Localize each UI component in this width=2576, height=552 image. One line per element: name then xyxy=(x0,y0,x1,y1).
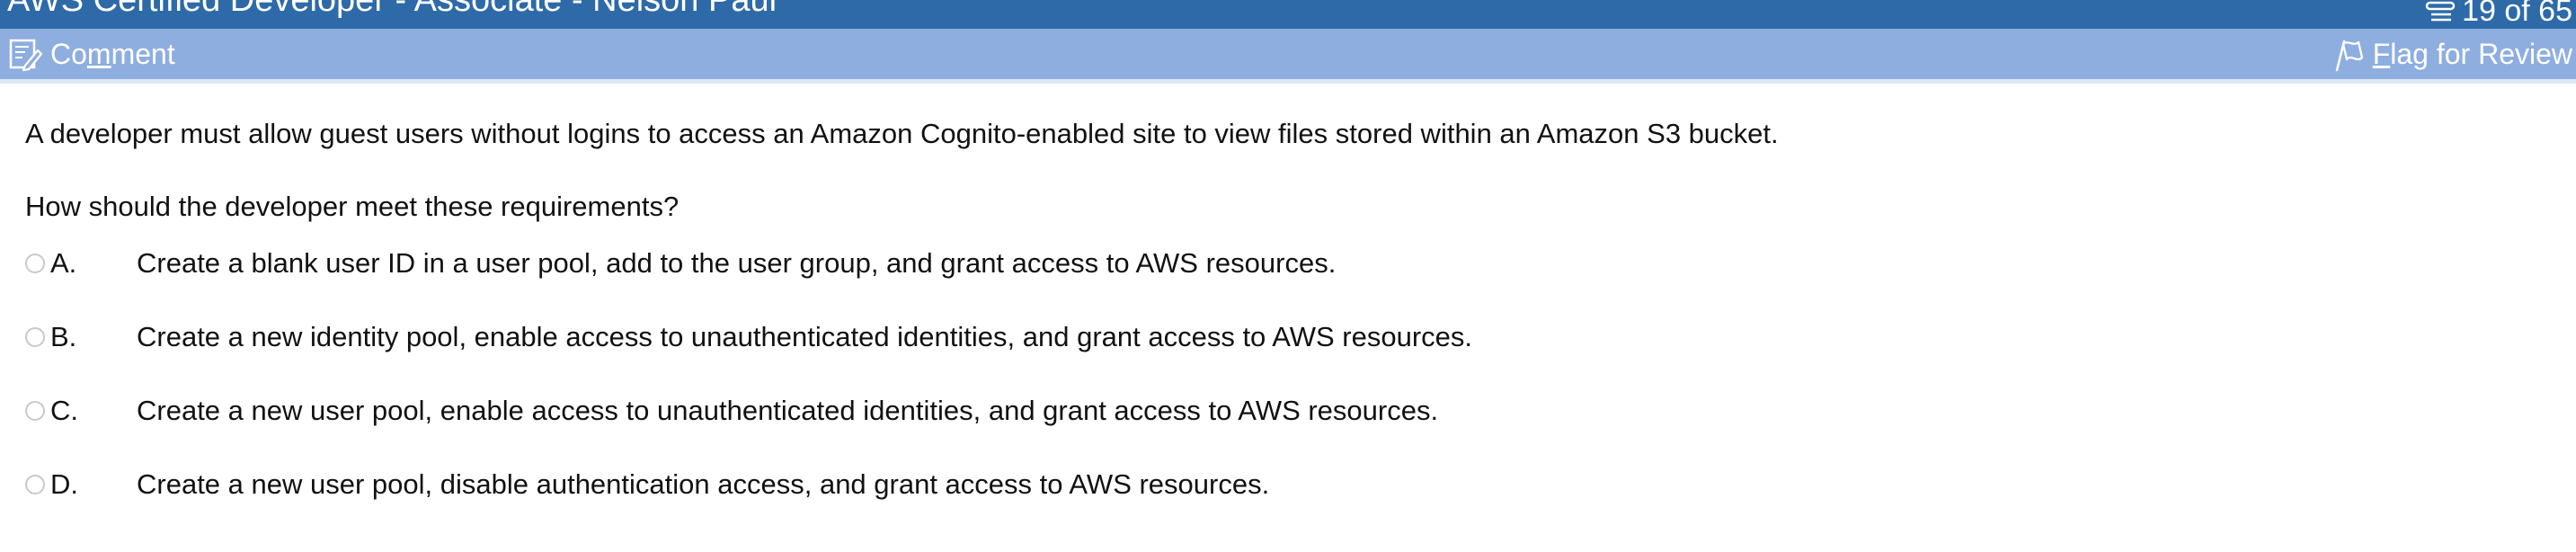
title-bar: AWS Certified Developer - Associate - Ne… xyxy=(0,0,2576,29)
option-c-text: Create a new user pool, enable access to… xyxy=(137,395,1439,426)
option-a-text: Create a blank user ID in a user pool, a… xyxy=(137,247,1337,279)
option-a[interactable]: A. Create a blank user ID in a user pool… xyxy=(25,244,1336,283)
option-d-letter: D. xyxy=(50,468,78,500)
progress-counter: 19 of 65 xyxy=(2462,0,2572,28)
flag-icon xyxy=(2335,40,2363,72)
flag-for-review-button[interactable]: Flag for Review xyxy=(2330,29,2572,79)
option-b-radio[interactable] xyxy=(25,327,45,347)
window-title: AWS Certified Developer - Associate - Ne… xyxy=(7,0,777,19)
option-c[interactable]: C. Create a new user pool, enable access… xyxy=(25,391,1438,431)
option-b-text: Create a new identity pool, enable acces… xyxy=(137,321,1473,352)
comment-button[interactable]: Comment xyxy=(7,29,175,79)
comment-icon xyxy=(9,39,43,72)
flag-for-review-label: Flag for Review xyxy=(2372,37,2572,70)
question-panel: A developer must allow guest users witho… xyxy=(0,84,2576,552)
question-prompt: How should the developer meet these requ… xyxy=(25,191,680,222)
option-c-radio[interactable] xyxy=(25,401,45,421)
option-d-text: Create a new user pool, disable authenti… xyxy=(137,468,1270,500)
option-c-letter: C. xyxy=(50,395,78,426)
comment-label: Comment xyxy=(50,37,175,70)
option-d-radio[interactable] xyxy=(25,475,45,494)
option-a-radio[interactable] xyxy=(25,254,45,273)
option-b[interactable]: B. Create a new identity pool, enable ac… xyxy=(25,317,1472,357)
question-stem: A developer must allow guest users witho… xyxy=(25,118,1779,149)
question-progress: 19 of 65 xyxy=(2424,0,2572,29)
option-a-letter: A. xyxy=(50,247,77,279)
exam-window: AWS Certified Developer - Associate - Ne… xyxy=(0,0,2576,552)
toolbar: Comment Flag for Review xyxy=(0,29,2576,84)
option-b-letter: B. xyxy=(50,321,77,352)
option-d[interactable]: D. Create a new user pool, disable authe… xyxy=(25,465,1269,504)
list-icon xyxy=(2425,1,2456,22)
